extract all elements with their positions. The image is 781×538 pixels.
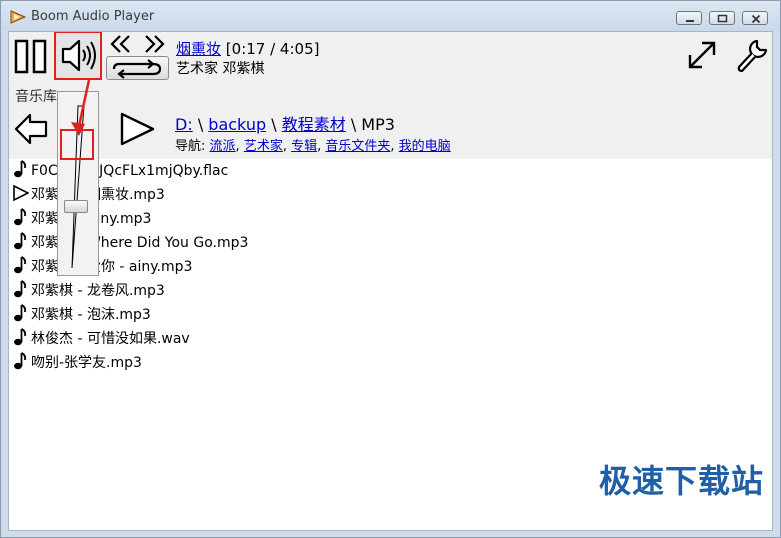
app-window: Boom Audio Player 烟熏妆 [0:17 / 4:05] 艺术家 … [0, 0, 781, 538]
music-note-icon [14, 160, 27, 178]
list-item[interactable]: 邓紫棋 - 爱你 - ainy.mp3 [12, 255, 192, 279]
breadcrumb-backup[interactable]: backup [208, 115, 266, 134]
now-playing-line: 烟熏妆 [0:17 / 4:05] [176, 38, 319, 59]
file-name: 邓紫棋 - 爱你 - ainy.mp3 [31, 259, 193, 275]
now-playing-title-link[interactable]: 烟熏妆 [176, 40, 221, 58]
now-playing-time: [0:17 / 4:05] [225, 40, 320, 58]
tutorial-arrow-icon [71, 79, 91, 136]
file-name: 林俊杰 - 可惜没如果.wav [31, 331, 190, 347]
navigation-prefix: 导航: [175, 139, 206, 154]
fullscreen-button[interactable] [685, 38, 719, 72]
music-note-icon [14, 256, 27, 274]
nav-album-link[interactable]: 专辑 [291, 139, 317, 154]
list-item[interactable]: F0C1C4WJQcFLx1mjQby.flac [12, 159, 228, 183]
app-logo-icon [10, 10, 26, 24]
list-item[interactable]: 邓紫棋 - 泡沫.mp3 [12, 303, 151, 327]
minimize-button[interactable] [676, 11, 702, 25]
list-item[interactable]: 邓紫棋 - 龙卷风.mp3 [12, 279, 165, 303]
now-playing-artist: 艺术家 邓紫棋 [176, 61, 265, 77]
breadcrumb-separator: \ [271, 115, 277, 134]
previous-button[interactable] [108, 33, 134, 55]
volume-slider-thumb[interactable] [64, 200, 88, 213]
file-name: 吻别-张学友.mp3 [31, 355, 142, 371]
minimize-icon [686, 20, 694, 22]
library-label: 音乐库 [15, 89, 57, 105]
repeat-icon [112, 59, 162, 79]
fullscreen-icon [688, 41, 716, 69]
title-bar[interactable]: Boom Audio Player [1, 1, 780, 31]
music-note-icon [14, 304, 27, 322]
previous-icon [110, 35, 130, 53]
breadcrumb-separator: \ [350, 115, 357, 134]
breadcrumb-current: MP3 [361, 115, 395, 134]
play-button[interactable] [117, 110, 157, 148]
nav-music-folder-link[interactable]: 音乐文件夹 [325, 139, 390, 154]
music-note-icon [14, 280, 27, 298]
music-note-icon [14, 328, 27, 346]
close-icon [751, 14, 761, 24]
window-title: Boom Audio Player [31, 9, 155, 24]
settings-button[interactable] [735, 38, 769, 74]
repeat-button[interactable] [106, 56, 169, 80]
navigation-bar: 导航: 流派, 艺术家, 专辑, 音乐文件夹, 我的电脑 [175, 139, 451, 154]
pause-button[interactable] [13, 38, 49, 74]
next-icon [145, 35, 165, 53]
play-icon [120, 112, 155, 146]
list-item[interactable]: 吻别-张学友.mp3 [12, 351, 142, 375]
next-button[interactable] [141, 33, 167, 55]
music-note-icon [14, 232, 27, 250]
file-name: 邓紫棋 - 龙卷风.mp3 [31, 283, 165, 299]
breadcrumb-tutorial-folder[interactable]: 教程素材 [282, 115, 346, 134]
back-arrow-icon [14, 113, 48, 145]
maximize-icon [717, 14, 728, 23]
nav-artist-link[interactable]: 艺术家 [244, 139, 283, 154]
settings-wrench-icon [737, 39, 768, 73]
watermark: 极速下载站 [599, 462, 765, 500]
playing-indicator-icon [13, 184, 29, 202]
list-item[interactable]: 邓紫棋 - Where Did You Go.mp3 [12, 231, 248, 255]
back-button[interactable] [13, 112, 49, 146]
nav-genre-link[interactable]: 流派 [210, 139, 236, 154]
list-item[interactable]: 林俊杰 - 可惜没如果.wav [12, 327, 190, 351]
pause-icon [14, 39, 47, 74]
maximize-button[interactable] [709, 11, 735, 25]
music-note-icon [14, 208, 27, 226]
file-name: 邓紫棋 - 泡沫.mp3 [31, 307, 151, 323]
breadcrumb: D: \ backup \ 教程素材 \ MP3 [175, 111, 395, 135]
close-button[interactable] [742, 11, 768, 25]
nav-my-computer-link[interactable]: 我的电脑 [399, 139, 451, 154]
breadcrumb-drive[interactable]: D: [175, 115, 193, 134]
highlight-volume-button [54, 32, 102, 80]
breadcrumb-separator: \ [197, 115, 204, 134]
music-note-icon [14, 352, 27, 370]
